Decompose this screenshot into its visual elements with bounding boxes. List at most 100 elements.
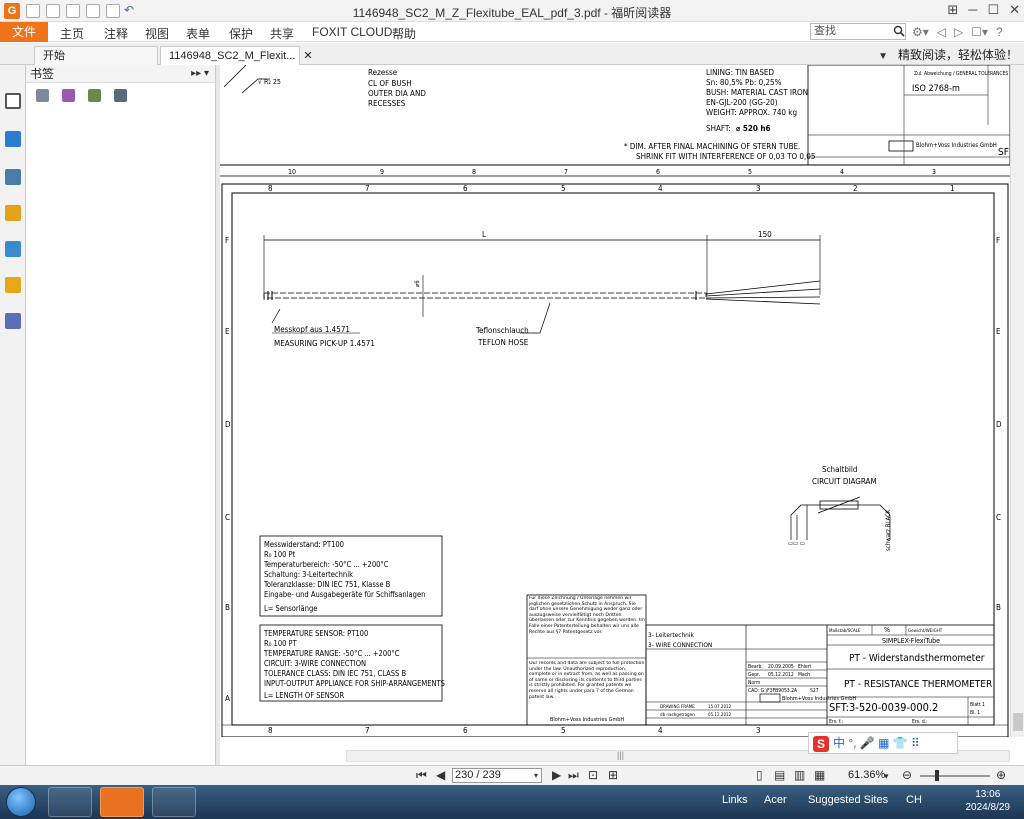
back-icon[interactable]: ◁ <box>937 25 946 39</box>
zoom-slider[interactable] <box>920 775 990 777</box>
next-page-icon[interactable]: ▶ <box>552 768 561 782</box>
scale-value: % <box>884 626 890 634</box>
first-page-icon[interactable]: ⏮ <box>416 768 427 783</box>
page-dropdown-icon[interactable]: ▾ <box>534 771 538 780</box>
bookmark-panel-icon[interactable] <box>5 93 21 109</box>
zoom-dropdown-icon[interactable]: ▾ <box>884 771 889 782</box>
foxit-task-icon[interactable] <box>100 787 144 817</box>
row-a: A <box>225 694 230 703</box>
vertical-scroll-thumb[interactable] <box>1013 713 1023 731</box>
zoom-out-icon[interactable]: ⊖ <box>902 768 912 782</box>
col-8-bottom: 8 <box>268 726 273 735</box>
gear-icon[interactable]: ⚙▾ <box>912 25 929 39</box>
spec-en-4: TOLERANCE CLASS: DIN IEC 751, CLASS B <box>263 669 406 678</box>
bookmarks-header: 书签 ▸▸ ▾ <box>26 65 215 83</box>
lock-icon[interactable] <box>5 277 21 293</box>
col-4: 4 <box>658 184 663 193</box>
tab-close-icon[interactable]: ✕ <box>303 50 312 62</box>
zoom-slider-thumb[interactable] <box>935 770 939 781</box>
bush-note: BUSH: MATERIAL CAST IRON <box>706 88 808 97</box>
prev-page-icon[interactable]: ◀ <box>436 768 445 782</box>
forward-icon[interactable]: ▷ <box>954 25 963 39</box>
sogou-icon[interactable]: S <box>813 735 829 752</box>
bookmark-expand-icon[interactable] <box>36 89 49 102</box>
tab-document[interactable]: 1146948_SC2_M_Flexit... ✕ <box>160 46 313 65</box>
menu-home[interactable]: 主页 <box>60 25 84 42</box>
legal-text-de: Für diese Zeichnung / Unterlage nehmen w… <box>529 596 645 635</box>
signature-icon[interactable] <box>5 313 21 329</box>
previous-page-fragment: √ R₂ 25 Rezesse CL OF BUSH OUTER DIA AND… <box>220 65 1010 177</box>
facing-continuous-icon[interactable]: ▦ <box>814 768 825 782</box>
zoom-in-icon[interactable]: ⊕ <box>996 768 1006 782</box>
minimize-icon[interactable]: ─ <box>968 2 977 18</box>
attachment-icon[interactable] <box>5 241 21 257</box>
search-input[interactable]: 查找 <box>810 23 906 40</box>
system-clock[interactable]: 13:06 2024/8/29 <box>966 788 1011 814</box>
help-icon[interactable]: ? <box>996 25 1003 39</box>
language-indicator[interactable]: CH <box>906 794 922 806</box>
menu-protect[interactable]: 保护 <box>229 25 253 42</box>
grid-icon[interactable]: ⊞ <box>947 2 958 18</box>
single-page-icon[interactable]: ▯ <box>756 768 763 782</box>
facing-page-icon[interactable]: ▥ <box>794 768 805 782</box>
dim-diameter-6: ⌀6 <box>414 280 421 287</box>
rev-2-label: db nachgetragen <box>660 712 695 718</box>
wire-black: schwarz BLACK <box>885 509 892 551</box>
bookmark-flag-icon[interactable] <box>114 89 127 102</box>
close-icon[interactable]: ✕ <box>1009 2 1020 18</box>
acer-link[interactable]: Acer <box>764 794 787 806</box>
row-c: C <box>225 513 230 522</box>
ime-toolbar[interactable]: S 中 °, 🎤 ▦ 👕 ⠿ <box>808 732 958 754</box>
row-f-right: F <box>996 236 1000 245</box>
promo-banner[interactable]: ▼ 精致阅读，轻松体验！ <box>878 46 1018 63</box>
menu-comment[interactable]: 注释 <box>104 25 128 42</box>
recess-note-1: Rezesse <box>368 68 398 77</box>
recess-note-4: RECESSES <box>368 99 406 108</box>
vertical-scrollbar[interactable] <box>1010 65 1024 737</box>
explorer-task-icon[interactable] <box>48 787 92 817</box>
fit-page-icon[interactable]: ⊡ <box>588 768 598 782</box>
spec-en-2: TEMPERATURE RANGE: -50°C ... +200°C <box>263 649 400 658</box>
en-note: EN-GJL-200 (GG-20) <box>706 98 778 107</box>
gepr-date: 05.12.2012 <box>768 672 794 678</box>
rotate-icon[interactable]: ⊞ <box>608 768 618 782</box>
spec-en-1: R₀ 100 PT <box>264 639 298 648</box>
ime-status[interactable]: 中 °, 🎤 ▦ 👕 ⠿ <box>833 736 920 750</box>
tab-start[interactable]: 开始 <box>34 46 158 65</box>
chevron-down-icon[interactable]: ▼ <box>878 51 888 62</box>
links-toolbar[interactable]: Links <box>722 794 748 806</box>
scale-3: 3 <box>932 168 936 176</box>
menu-form[interactable]: 表单 <box>186 25 210 42</box>
layers-icon[interactable] <box>5 169 21 185</box>
menu-view[interactable]: 视图 <box>145 25 169 42</box>
spec-de-3: Schaltung: 3-Leitertechnik <box>264 570 353 579</box>
last-page-icon[interactable]: ⏭ <box>568 768 579 783</box>
spec-en-5: INPUT-OUTPUT APPLIANCE FOR SHIP-ARRANGEM… <box>264 679 445 688</box>
bookmark-delete-icon[interactable] <box>88 89 101 102</box>
continuous-page-icon[interactable]: ▤ <box>774 768 785 782</box>
menu-help[interactable]: 帮助 <box>392 25 416 42</box>
comments-icon[interactable] <box>5 205 21 221</box>
document-view[interactable]: √ R₂ 25 Rezesse CL OF BUSH OUTER DIA AND… <box>220 65 1010 737</box>
menu-file[interactable]: 文件 <box>0 22 48 42</box>
start-button[interactable] <box>6 787 36 817</box>
excel-task-icon[interactable] <box>152 787 196 817</box>
col-5-bottom: 5 <box>561 726 566 735</box>
panel-controls[interactable]: ▸▸ ▾ <box>191 65 209 83</box>
col-3-bottom: 3 <box>756 726 761 735</box>
user-icon[interactable]: ☐▾ <box>971 25 988 39</box>
menu-share[interactable]: 共享 <box>270 25 294 42</box>
search-icon[interactable] <box>893 25 905 37</box>
pages-icon[interactable] <box>5 131 21 147</box>
maximize-icon[interactable]: ☐ <box>987 2 999 18</box>
page-number-input[interactable]: 230 / 239 <box>452 768 542 783</box>
suggested-sites-link[interactable]: Suggested Sites <box>808 794 888 806</box>
spec-de-4: Toleranzklasse: DIN IEC 751, Klasse B <box>263 580 391 589</box>
menu-foxit-cloud[interactable]: FOXIT CLOUD <box>312 25 392 39</box>
window-controls: ⊞ ─ ☐ ✕ <box>947 2 1020 18</box>
col-6-bottom: 6 <box>463 726 468 735</box>
tab-document-label: 1146948_SC2_M_Flexit... <box>169 50 296 62</box>
dim-150: 150 <box>758 230 772 239</box>
zoom-level[interactable]: 61.36% <box>848 769 885 781</box>
bookmark-add-icon[interactable] <box>62 89 75 102</box>
